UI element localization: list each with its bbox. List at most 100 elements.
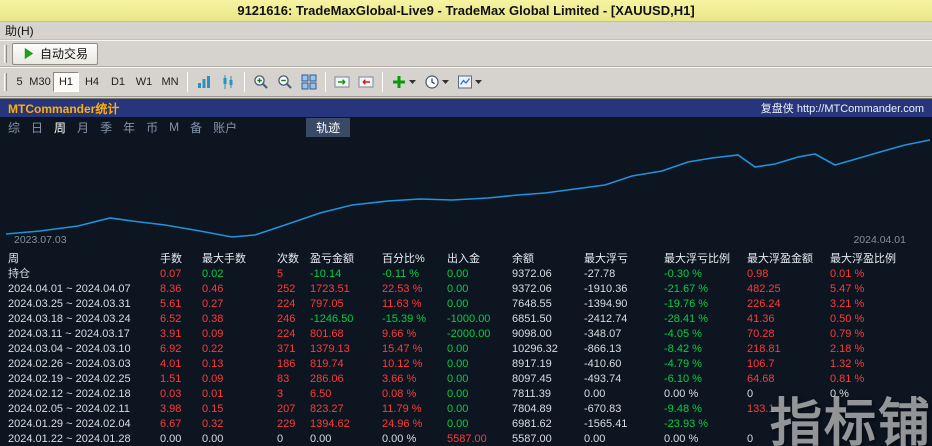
period-cell: 2024.02.26 ~ 2024.03.03 [0, 357, 160, 372]
tab-账户[interactable]: 账户 [213, 119, 237, 136]
value-cell: 6.92 [160, 342, 202, 357]
equity-line [6, 140, 930, 237]
auto-scroll-icon[interactable] [330, 71, 354, 93]
value-cell: 0.01 [202, 387, 277, 402]
chart-start-date: 2023.07.03 [14, 234, 67, 246]
value-cell: 8.36 [160, 282, 202, 297]
application-window: 9121616: TradeMaxGlobal-Live9 - TradeMax… [0, 0, 932, 446]
table-row: 2024.02.12 ~ 2024.02.180.030.0136.500.08… [0, 387, 932, 402]
timeframe-button-h1[interactable]: H1 [53, 72, 79, 92]
timeframe-button-d1[interactable]: D1 [105, 72, 131, 92]
column-header: 盈亏金额 [310, 249, 382, 267]
timeframe-button-m30[interactable]: M30 [27, 72, 53, 92]
period-cell: 2024.03.25 ~ 2024.03.31 [0, 297, 160, 312]
value-cell: 207 [277, 402, 310, 417]
value-cell: 0.27 [202, 297, 277, 312]
candlestick-chart-icon[interactable] [216, 71, 240, 93]
period-cell: 2024.02.19 ~ 2024.02.25 [0, 372, 160, 387]
value-cell: 9372.06 [512, 282, 584, 297]
value-cell: 6.67 [160, 417, 202, 432]
autotrade-button[interactable]: 自动交易 [12, 43, 98, 65]
tab-trace[interactable]: 轨迹 [306, 118, 350, 137]
tab-综[interactable]: 综 [8, 119, 20, 136]
value-cell: 246 [277, 312, 310, 327]
value-cell: -410.60 [584, 357, 664, 372]
timeframe-button-w1[interactable]: W1 [131, 72, 157, 92]
column-header: 次数 [277, 249, 310, 267]
value-cell: -4.79 % [664, 357, 747, 372]
column-header: 最大浮亏 [584, 249, 664, 267]
timeframe-button-5[interactable]: 5 [12, 72, 27, 92]
value-cell: 0.00 [202, 432, 277, 446]
equity-curve-svg [0, 137, 932, 249]
value-cell: 0.00 [447, 417, 512, 432]
toolbar-grip[interactable] [4, 73, 7, 91]
value-cell: 0.07 [160, 267, 202, 282]
value-cell: 106.7 [747, 357, 830, 372]
stats-table-header-row: 周手数最大手数次数盈亏金额百分比%出入金余额最大浮亏最大浮亏比例最大浮盈金额最大… [0, 249, 932, 267]
templates-icon[interactable] [453, 71, 486, 93]
add-indicator-icon[interactable] [387, 71, 420, 93]
period-cell: 2024.03.11 ~ 2024.03.17 [0, 327, 160, 342]
title-bar[interactable]: 9121616: TradeMaxGlobal-Live9 - TradeMax… [0, 0, 932, 22]
chart-shift-icon[interactable] [354, 71, 378, 93]
value-cell: 0.00 % [664, 387, 747, 402]
toolbar-grip[interactable] [4, 45, 7, 63]
value-cell: 5.47 % [830, 282, 932, 297]
tab-年[interactable]: 年 [123, 119, 135, 136]
panel-title: MTCommander统计 [8, 100, 119, 117]
value-cell: 0.00 [310, 432, 382, 446]
value-cell: 133.1 [747, 402, 830, 417]
value-cell: -493.74 [584, 372, 664, 387]
value-cell: 0.00 [447, 402, 512, 417]
zoom-out-icon[interactable] [273, 71, 297, 93]
menu-item-help[interactable]: 助(H) [0, 22, 39, 39]
value-cell: 0.00 [447, 357, 512, 372]
timeframe-buttons: 5M30H1H4D1W1MN [12, 72, 183, 92]
value-cell: -8.42 % [664, 342, 747, 357]
value-cell: 0.00 [447, 297, 512, 312]
value-cell: -1246.50 [310, 312, 382, 327]
value-cell: -9.48 % [664, 402, 747, 417]
tab-季[interactable]: 季 [100, 119, 112, 136]
tile-windows-icon[interactable] [297, 71, 321, 93]
value-cell: 0.08 % [382, 387, 447, 402]
chart-end-date: 2024.04.01 [853, 234, 906, 246]
timeframe-button-mn[interactable]: MN [157, 72, 183, 92]
value-cell: 0.00 [447, 342, 512, 357]
tab-月[interactable]: 月 [77, 119, 89, 136]
table-row: 2024.03.11 ~ 2024.03.173.910.09224801.68… [0, 327, 932, 342]
value-cell: 15.47 % [382, 342, 447, 357]
value-cell: 0.79 % [830, 327, 932, 342]
value-cell: 11.79 % [382, 402, 447, 417]
autotrade-label: 自动交易 [40, 45, 88, 62]
value-cell: 224 [277, 297, 310, 312]
value-cell: 286.06 [310, 372, 382, 387]
period-cell: 2024.03.04 ~ 2024.03.10 [0, 342, 160, 357]
timeframe-button-h4[interactable]: H4 [79, 72, 105, 92]
value-cell: -0.30 % [664, 267, 747, 282]
period-cell: 2024.02.05 ~ 2024.02.11 [0, 402, 160, 417]
value-cell: 0.01 % [830, 267, 932, 282]
tab-日[interactable]: 日 [31, 119, 43, 136]
value-cell: 7811.39 [512, 387, 584, 402]
window-title: 9121616: TradeMaxGlobal-Live9 - TradeMax… [237, 3, 694, 18]
value-cell: 70.28 [747, 327, 830, 342]
period-cell: 持仓 [0, 267, 160, 282]
standard-toolbar: 自动交易 [0, 40, 932, 67]
zoom-in-icon[interactable] [249, 71, 273, 93]
tab-M[interactable]: M [169, 120, 179, 134]
dropdown-caret-icon [442, 80, 449, 84]
value-cell: 229 [277, 417, 310, 432]
value-cell: 0.50 % [830, 312, 932, 327]
value-cell: -28.41 % [664, 312, 747, 327]
value-cell: 218.81 [747, 342, 830, 357]
periods-icon[interactable] [420, 71, 453, 93]
bar-chart-icon[interactable] [192, 71, 216, 93]
tab-币[interactable]: 币 [146, 119, 158, 136]
tab-周[interactable]: 周 [54, 119, 66, 136]
column-header: 最大浮亏比例 [664, 249, 747, 267]
menu-bar: 助(H) [0, 22, 932, 40]
tab-备[interactable]: 备 [190, 119, 202, 136]
value-cell: 24.96 % [382, 417, 447, 432]
